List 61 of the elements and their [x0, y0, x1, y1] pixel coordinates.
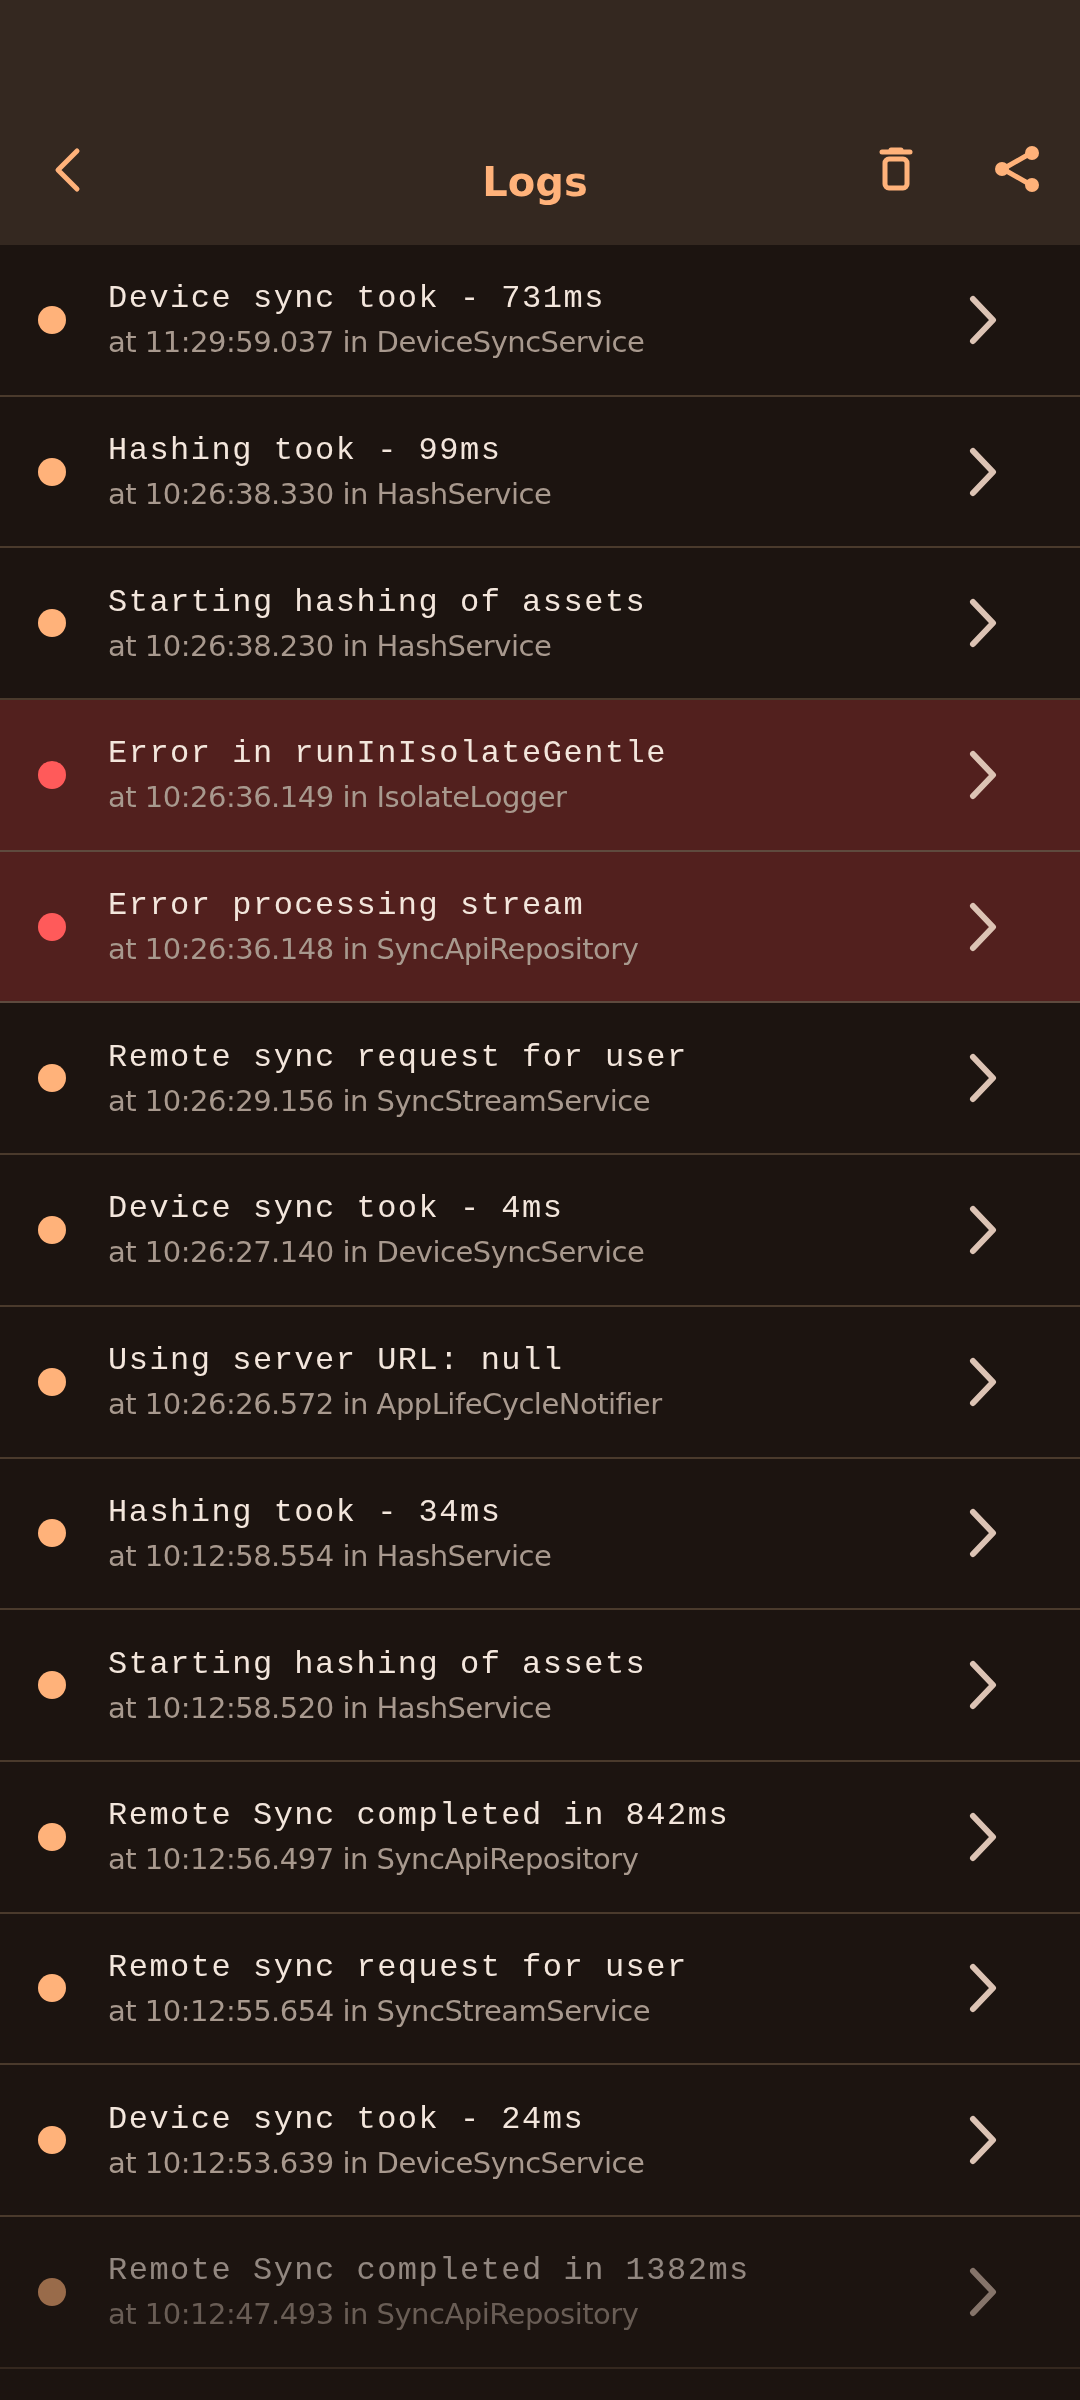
log-message: Remote sync request for user — [108, 1948, 689, 1986]
status-dot — [38, 1064, 66, 1093]
status-dot — [38, 912, 66, 941]
log-message: Device sync took - 731ms — [108, 280, 606, 318]
chevron-right-icon — [968, 2265, 998, 2318]
chevron-right-icon — [968, 1507, 998, 1560]
log-details: at 10:12:53.639 in DeviceSyncService — [108, 2145, 646, 2180]
status-dot — [38, 305, 66, 334]
log-message: Remote sync request for user — [108, 1038, 689, 1076]
chevron-right-icon — [968, 293, 998, 346]
log-details: at 10:12:58.554 in HashService — [108, 1538, 553, 1573]
status-dot — [38, 1822, 66, 1851]
log-details: at 10:12:55.654 in SyncStreamService — [108, 1993, 652, 2028]
chevron-right-icon — [968, 1810, 998, 1863]
log-message: Device sync took - 4ms — [108, 1190, 565, 1228]
log-details: at 10:26:26.572 in AppLifeCycleNotifier — [108, 1387, 664, 1422]
log-details: at 10:12:47.493 in SyncApiRepository — [108, 2297, 640, 2332]
log-details: at 10:26:36.148 in SyncApiRepository — [108, 932, 640, 967]
chevron-right-icon — [968, 1355, 998, 1408]
log-details: at 11:29:59.037 in DeviceSyncService — [108, 325, 646, 360]
log-message: Starting hashing of assets — [108, 583, 648, 621]
log-details: at 10:12:56.497 in SyncApiRepository — [108, 1842, 640, 1877]
log-message: Starting hashing of assets — [108, 1645, 648, 1683]
chevron-right-icon — [968, 748, 998, 801]
log-details: at 10:26:38.230 in HashService — [108, 628, 553, 663]
share-icon — [994, 145, 1040, 193]
status-dot — [38, 1974, 66, 2003]
error-log-row[interactable]: Error processing stream at 10:26:36.148 in SyncApiRepository — [0, 851, 1080, 1004]
chevron-right-icon — [968, 1962, 998, 2015]
log-message: Remote Sync completed in 842ms — [108, 1797, 731, 1835]
log-details: at 10:12:58.520 in HashService — [108, 1690, 553, 1725]
status-dot — [38, 760, 66, 789]
status-dot — [38, 1519, 66, 1548]
trash-icon — [878, 147, 914, 191]
log-message: Device sync took - 24ms — [108, 2100, 586, 2138]
status-dot — [38, 2126, 66, 2155]
log-message: Using server URL: null — [108, 1342, 565, 1380]
log-details: at 10:26:29.156 in SyncStreamService — [108, 1083, 652, 1118]
page-title: Logs — [481, 159, 589, 205]
chevron-right-icon — [968, 1203, 998, 1256]
log-message: Remote Sync completed in 1382ms — [108, 2252, 751, 2290]
status-dot — [38, 1215, 66, 1244]
status-dot — [38, 457, 66, 486]
status-dot — [38, 1671, 66, 1700]
chevron-right-icon — [968, 1659, 998, 1712]
log-message: Hashing took - 34ms — [108, 1493, 503, 1531]
status-dot — [38, 2277, 66, 2306]
log-message: Hashing took - 99ms — [108, 432, 503, 470]
log-details: at 10:26:36.149 in IsolateLogger — [108, 780, 568, 815]
log-message: Error in runInIsolateGentle — [108, 735, 668, 773]
chevron-right-icon — [968, 445, 998, 498]
status-dot — [38, 609, 66, 638]
chevron-right-icon — [968, 1052, 998, 1105]
chevron-right-icon — [968, 597, 998, 650]
log-details: at 10:26:27.140 in DeviceSyncService — [108, 1235, 646, 1270]
log-details: at 10:26:38.330 in HashService — [108, 477, 553, 512]
chevron-right-icon — [968, 900, 998, 953]
error-log-row[interactable]: Error in runInIsolateGentle at 10:26:36.149 in IsolateLogger — [0, 700, 1080, 852]
status-dot — [38, 1367, 66, 1396]
chevron-right-icon — [968, 2114, 998, 2167]
log-message: Error processing stream — [108, 887, 586, 925]
